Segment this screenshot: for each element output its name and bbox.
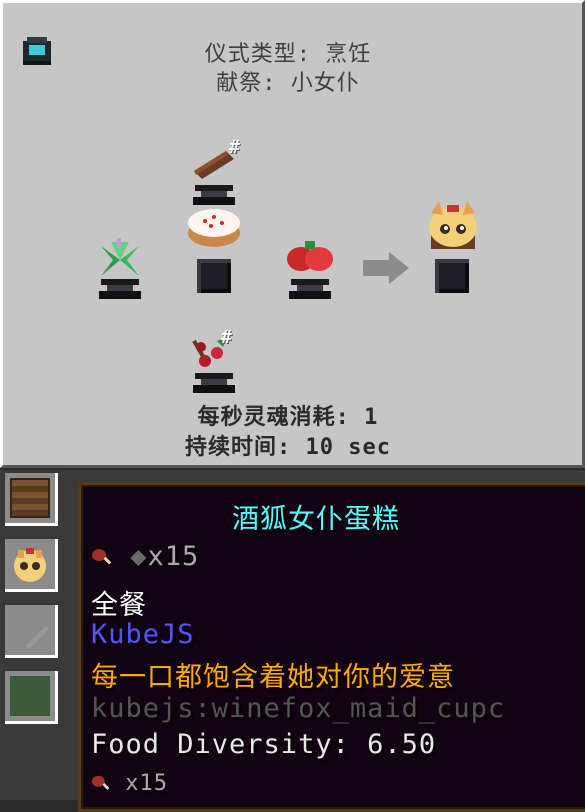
arrow-right-head	[389, 252, 409, 284]
pedestal-icon	[287, 279, 333, 299]
food-tag-label: 全餐	[91, 590, 147, 621]
hunger-value: x15	[147, 541, 200, 572]
duration-label: 持续时间: 10 sec	[185, 435, 391, 460]
inventory-slot[interactable]	[2, 668, 58, 724]
cake-icon[interactable]	[187, 203, 241, 249]
altar-block-icon	[435, 259, 469, 293]
tag-hash-icon: #	[229, 137, 240, 158]
item-id-text: kubejs:winefox_maid_cupc	[91, 693, 506, 724]
mod-name-label: KubeJS	[91, 619, 195, 650]
inventory-slot[interactable]	[2, 602, 58, 658]
green-herb-icon[interactable]	[95, 236, 145, 284]
hunger-row: ◆x15	[91, 541, 199, 572]
ritual-sacrifice-label: 献祭: 小女仆	[216, 71, 360, 96]
winefox-maid-cupcake-icon[interactable]	[425, 199, 481, 253]
meat-drumstick-icon	[91, 775, 110, 790]
pedestal-icon	[191, 185, 237, 205]
winefox-maid-cupcake-icon	[14, 548, 46, 582]
altar-block-icon	[197, 259, 231, 293]
tooltip-title: 酒狐女仆蛋糕	[232, 504, 400, 535]
hunger-row-bottom: x15	[91, 771, 168, 796]
block-icon	[10, 676, 50, 716]
ritual-type-label: 仪式类型: 烹饪	[204, 42, 372, 67]
pedestal-icon	[97, 279, 143, 299]
inventory-slot[interactable]	[2, 470, 58, 526]
soul-cost-label: 每秒灵魂消耗: 1	[197, 405, 379, 430]
tag-hash-icon: #	[221, 327, 232, 348]
strawberries-icon[interactable]	[285, 237, 335, 277]
crate-icon	[10, 478, 50, 518]
item-tooltip: 酒狐女仆蛋糕 ◆x15 全餐 KubeJS 每一口都饱含着她对你的爱意 kube…	[78, 482, 585, 812]
pedestal-icon	[191, 373, 237, 393]
arrow-right-icon	[363, 260, 391, 276]
sword-icon	[25, 625, 50, 650]
meat-drumstick-icon	[92, 548, 112, 565]
ritual-recipe-panel: 仪式类型: 烹饪 献祭: 小女仆 # # 每秒灵魂消耗: 1 持续时间: 10 …	[0, 0, 585, 468]
inventory-slot[interactable]	[2, 536, 58, 592]
lore-text: 每一口都饱含着她对你的爱意	[91, 662, 455, 693]
hunger-bottom-value: x15	[125, 771, 168, 796]
food-diversity-text: Food Diversity: 6.50	[91, 729, 437, 760]
